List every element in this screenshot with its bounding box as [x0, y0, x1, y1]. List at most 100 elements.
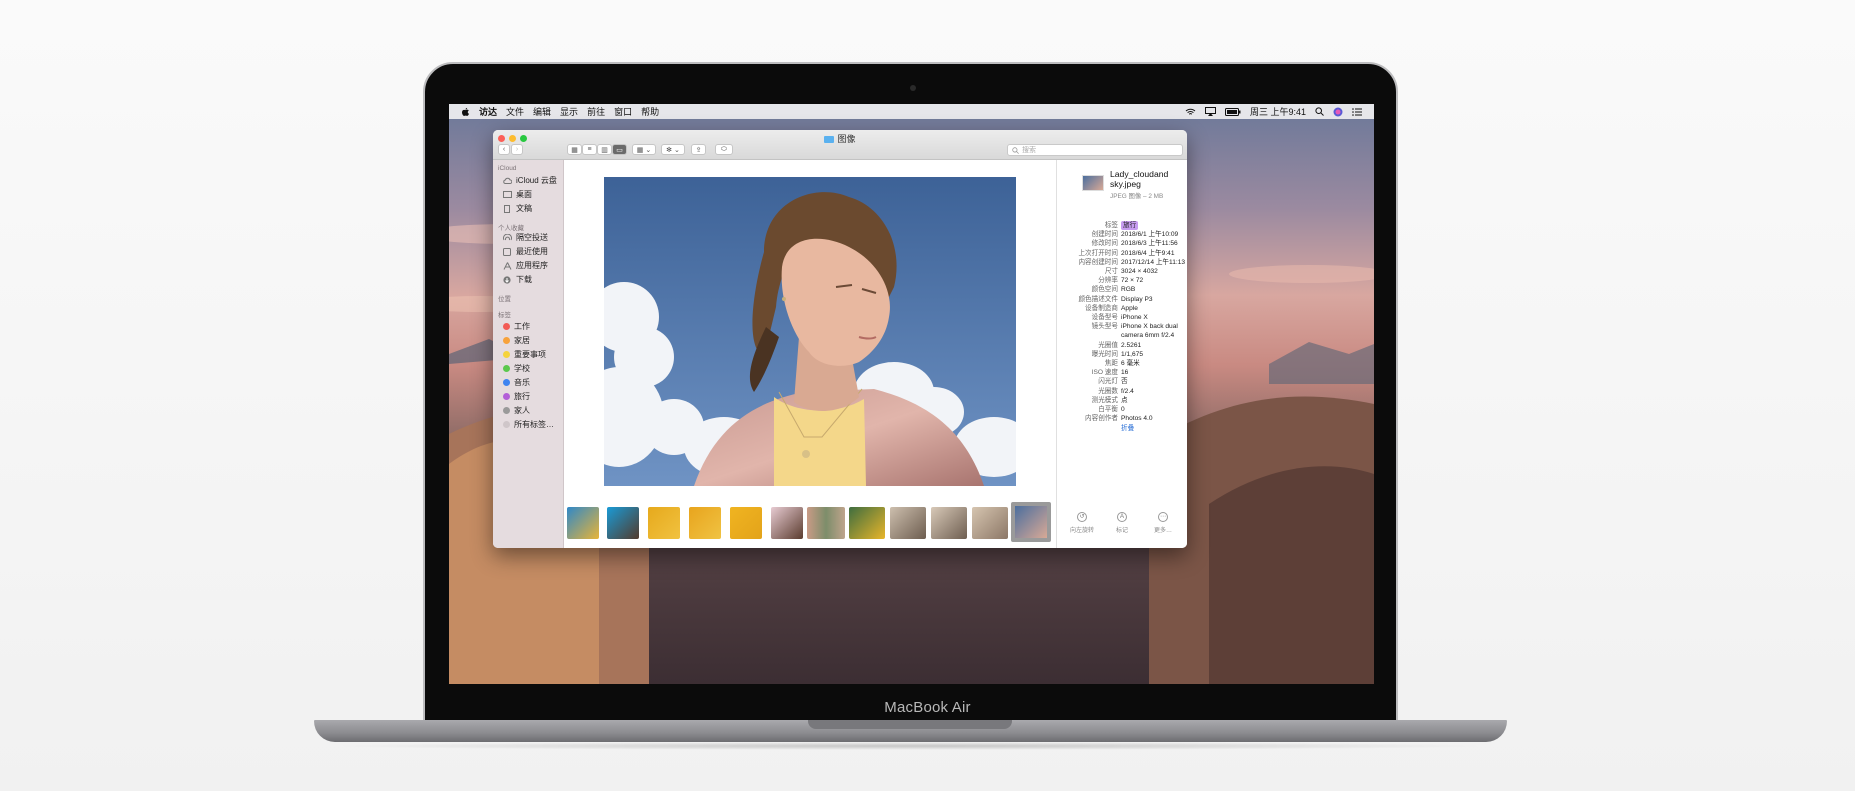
tag-button[interactable]: ⬭: [715, 144, 733, 155]
tag-color-dot: [503, 351, 510, 358]
forward-button[interactable]: ›: [511, 144, 523, 155]
thumbnail[interactable]: [931, 507, 967, 539]
sidebar-section-tags: 标签: [498, 312, 511, 319]
cloud-icon: [503, 177, 513, 185]
thumbnail[interactable]: [648, 507, 680, 539]
metadata-value: 否: [1121, 378, 1128, 386]
metadata-key: 测光模式: [1091, 396, 1118, 404]
sidebar-item-applications[interactable]: 应用程序: [503, 260, 548, 271]
thumbnail-selected[interactable]: [1011, 502, 1051, 542]
menu-finder[interactable]: 访达: [479, 105, 497, 118]
metadata-value: 2018/6/3 上午11:56: [1121, 240, 1178, 248]
back-button[interactable]: ‹: [498, 144, 510, 155]
sidebar-item-airdrop[interactable]: 隔空投送: [503, 232, 548, 243]
menu-bar: 访达 文件 编辑 显示 前往 窗口 帮助 周三 上午9:41: [449, 104, 1374, 119]
gallery-view-button[interactable]: ▭: [612, 144, 627, 155]
sidebar-item-documents[interactable]: 文稿: [503, 203, 532, 214]
chevron-left-icon: ‹: [502, 146, 506, 153]
sidebar-item-label: 学校: [514, 364, 530, 373]
metadata-row: 内容创建时间 2017/12/14 上午11:13: [1057, 258, 1187, 267]
notification-center-icon[interactable]: [1352, 107, 1362, 116]
more-button[interactable]: ⋯ 更多…: [1143, 512, 1183, 534]
rotate-left-button[interactable]: ↺ 向左旋转: [1062, 512, 1102, 534]
thumbnail[interactable]: [890, 507, 926, 539]
thumbnail[interactable]: [771, 507, 803, 539]
preview-image[interactable]: [604, 177, 1016, 486]
download-icon: [503, 275, 512, 284]
sidebar-tag-item[interactable]: 家居: [503, 335, 530, 346]
metadata-row: 修改时间 2018/6/3 上午11:56: [1057, 239, 1187, 248]
search-icon[interactable]: [1315, 107, 1324, 116]
sidebar-tag-item[interactable]: 工作: [503, 321, 530, 332]
list-view-button[interactable]: ≡: [582, 144, 597, 155]
brand-label: MacBook Air: [884, 699, 971, 716]
metadata-key: 设备型号: [1091, 314, 1118, 321]
menu-window[interactable]: 窗口: [614, 105, 632, 118]
menu-view[interactable]: 显示: [560, 105, 578, 118]
metadata-value: Apple: [1121, 304, 1138, 312]
menu-extras: 周三 上午9:41: [1185, 104, 1362, 119]
siri-icon[interactable]: [1333, 107, 1343, 117]
icon-view-button[interactable]: ▦: [567, 144, 582, 155]
action-button[interactable]: ✻ ⌄: [661, 144, 685, 155]
share-button[interactable]: ⇪: [691, 144, 706, 155]
tag-color-dot: [503, 393, 510, 400]
metadata-row: 颜色描述文件 Display P3: [1057, 295, 1187, 304]
metadata-row: 尺寸 3024 × 4032: [1057, 267, 1187, 276]
sidebar-tag-item[interactable]: 所有标签…: [503, 419, 554, 430]
metadata-key: 修改时间: [1091, 240, 1118, 248]
sidebar-item-downloads[interactable]: 下载: [503, 274, 532, 285]
battery-icon[interactable]: [1224, 107, 1241, 116]
sidebar-item-desktop[interactable]: 桌面: [503, 189, 532, 200]
metadata-key: 曝光时间: [1091, 350, 1118, 358]
gallery-icon: ▭: [616, 146, 623, 154]
sidebar-item-icloud-drive[interactable]: iCloud 云盘: [503, 175, 557, 186]
sidebar-tag-item[interactable]: 音乐: [503, 377, 530, 388]
menu-help[interactable]: 帮助: [641, 105, 659, 118]
tag-color-dot: [503, 323, 510, 330]
thumbnail[interactable]: [607, 507, 639, 539]
sidebar-tag-item[interactable]: 学校: [503, 363, 530, 374]
thumbnail[interactable]: [849, 507, 885, 539]
group-button[interactable]: ▦ ⌄: [632, 144, 656, 155]
columns-icon: ▥: [601, 146, 608, 154]
sidebar-item-label: 文稿: [516, 204, 532, 213]
thumbnail[interactable]: [567, 507, 599, 539]
thumbnail[interactable]: [730, 507, 762, 539]
thumbnail[interactable]: [689, 507, 721, 539]
search-field[interactable]: 搜索: [1007, 144, 1183, 156]
metadata-value: iPhone X: [1121, 314, 1148, 321]
sidebar-item-recents[interactable]: 最近使用: [503, 246, 548, 257]
menu-clock[interactable]: 周三 上午9:41: [1250, 105, 1306, 118]
tag-color-dot: [503, 421, 510, 428]
apple-icon[interactable]: [461, 107, 470, 117]
group-icon: ▦ ⌄: [636, 146, 652, 154]
menu-edit[interactable]: 编辑: [533, 105, 551, 118]
desktop-icon: [503, 190, 512, 199]
metadata-value: 1/1,675: [1121, 350, 1143, 358]
share-icon: ⇪: [695, 146, 702, 154]
thumbnail[interactable]: [972, 507, 1008, 539]
metadata-value: f/2.4: [1121, 387, 1134, 395]
tag-badge[interactable]: 旅行: [1121, 221, 1139, 230]
metadata-value: 72 × 72: [1121, 277, 1144, 285]
column-view-button[interactable]: ▥: [597, 144, 612, 155]
menu-file[interactable]: 文件: [506, 105, 524, 118]
sidebar-tag-item[interactable]: 旅行: [503, 391, 530, 402]
thumbnail[interactable]: [807, 507, 845, 539]
search-placeholder: 搜索: [1022, 147, 1036, 154]
metadata-row: 光圈值 2.5261: [1057, 341, 1187, 350]
thumbnail-strip: [564, 498, 1056, 548]
sidebar-item-label: 所有标签…: [514, 420, 554, 429]
sidebar-tag-item[interactable]: 家人: [503, 405, 530, 416]
menu-go[interactable]: 前往: [587, 105, 605, 118]
sidebar-item-label: 桌面: [516, 190, 532, 199]
applications-icon: [503, 261, 512, 270]
markup-button[interactable]: A 标记: [1102, 512, 1142, 534]
sidebar-tag-item[interactable]: 重要事项: [503, 349, 546, 360]
airdrop-icon: [503, 233, 512, 242]
wifi-icon[interactable]: [1185, 108, 1196, 116]
airplay-icon[interactable]: [1204, 107, 1216, 116]
sidebar-item-label: 重要事项: [514, 350, 546, 359]
fold-link[interactable]: 折叠: [1121, 422, 1134, 432]
